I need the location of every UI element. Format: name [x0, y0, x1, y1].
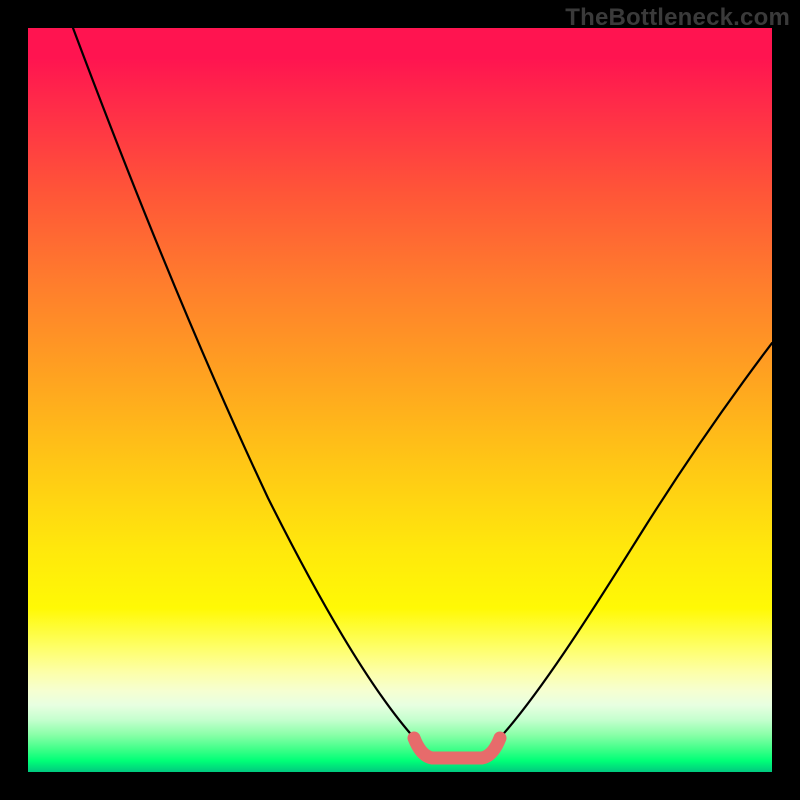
watermark-text: TheBottleneck.com: [565, 4, 790, 32]
right-curve: [498, 343, 772, 740]
chart-frame: TheBottleneck.com: [0, 0, 800, 800]
curve-layer: [28, 28, 772, 772]
plot-area: [28, 28, 772, 772]
left-curve: [73, 28, 416, 740]
bottom-trough: [414, 738, 500, 758]
